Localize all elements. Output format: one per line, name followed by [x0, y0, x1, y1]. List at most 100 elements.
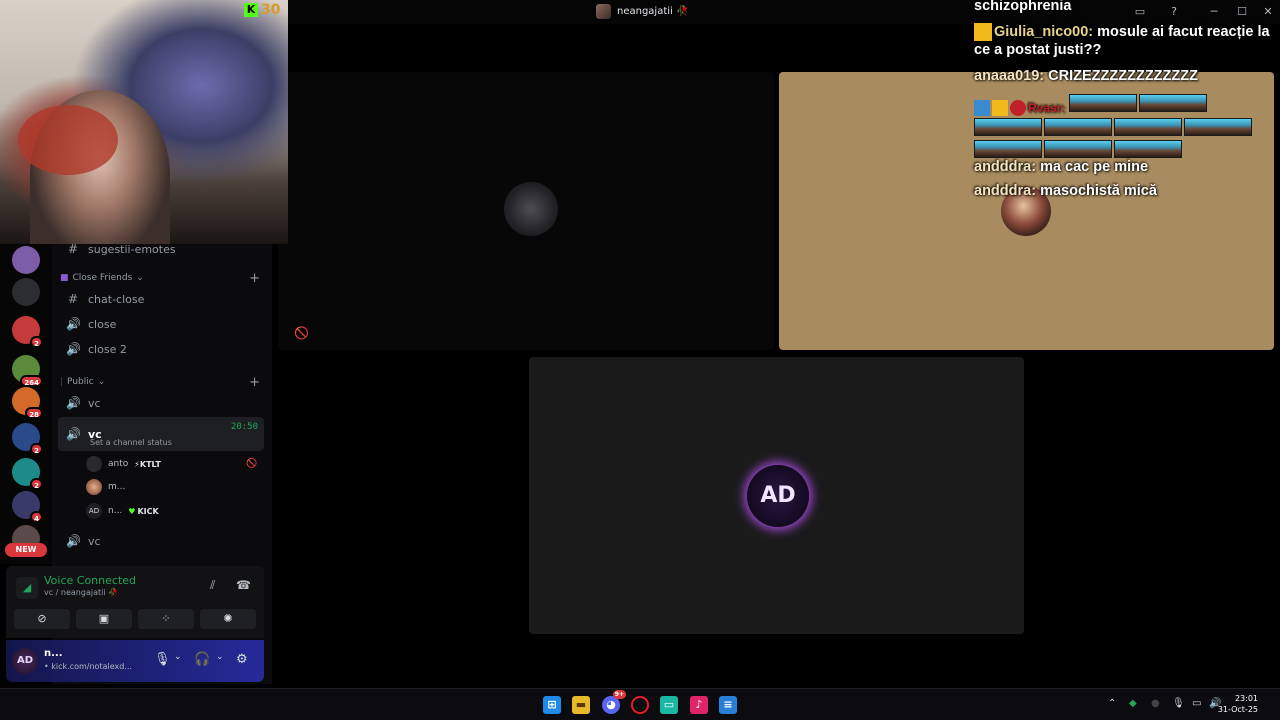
chevron-up-icon[interactable]: ⌃ [1108, 698, 1116, 709]
microphone-icon[interactable]: 🎙 [154, 652, 171, 667]
server-icon[interactable]: 28 [12, 387, 43, 419]
discord-badge: 9+ [612, 690, 626, 699]
channel-chat-close[interactable]: # chat-close [58, 288, 264, 310]
chat-text: ma cac pe mine [1040, 159, 1149, 175]
screen-share-button[interactable]: ▣ [76, 609, 132, 629]
channel-status[interactable]: Set a channel status [90, 438, 172, 447]
crown-badge-icon [992, 100, 1008, 117]
channel-vc-3[interactable]: 🔊 vc [58, 530, 264, 552]
heart-icon: ♥ [128, 506, 136, 516]
text-channel-icon: # [67, 242, 79, 256]
settings-gear-icon[interactable]: ⚙ [236, 652, 248, 667]
emote-image [1184, 118, 1252, 137]
voice-connected-subtitle: vc / neangajatii 🥀 [44, 588, 119, 597]
microphone-icon[interactable]: 🎙 [1172, 698, 1185, 709]
channel-label: close 2 [88, 342, 127, 356]
chat-message: anaaa019: CRIZEZZZZZZZZZZZZ [974, 67, 1274, 85]
clock[interactable]: 23:01 31-Oct-25 [1218, 693, 1258, 715]
member-tag: ♥ KICK [128, 506, 159, 516]
text-channel-icon: # [67, 292, 79, 306]
member-name: n... [108, 506, 123, 516]
server-icon[interactable] [12, 246, 40, 274]
opera-icon[interactable] [631, 696, 649, 714]
server-icon[interactable]: 2 [12, 423, 43, 455]
headphones-icon[interactable]: 🎧 [194, 652, 210, 667]
soundboard-button[interactable]: ✺ [200, 609, 256, 629]
chat-user: Giulia_nico00: [994, 24, 1094, 40]
emote-image [974, 118, 1042, 137]
server-avatar-icon [596, 4, 611, 19]
viewer-count: 30 [261, 2, 281, 18]
server-icon[interactable]: 264 [12, 355, 43, 387]
disconnect-icon[interactable]: ☎ [236, 578, 251, 592]
channel-close[interactable]: 🔊 close [58, 313, 264, 335]
channel-item[interactable]: # sugestii-emotes [58, 238, 264, 260]
participant-tile[interactable]: AD [529, 357, 1024, 634]
chat-user: andddra: [974, 159, 1037, 175]
voice-member[interactable]: AD n... ♥ KICK [86, 502, 159, 520]
channel-vc[interactable]: 🔊 vc [58, 392, 264, 414]
channel-close-2[interactable]: 🔊 close 2 [58, 338, 264, 360]
chevron-down-icon[interactable]: ⌄ [216, 652, 224, 662]
emote-image [1069, 94, 1138, 112]
user-panel: AD n... • kick.com/notalexd... 🎙 ⌄ 🎧 ⌄ ⚙ [6, 640, 264, 682]
file-explorer-icon[interactable]: ▬ [572, 696, 590, 714]
signal-icon[interactable]: ◢ [16, 577, 38, 599]
chat-user: Rvasr: [1028, 101, 1066, 115]
start-windows-icon[interactable]: ⊞ [543, 696, 561, 714]
stream-chat-overlay: schizophrenia Giulia_nico00: mosule ai f… [974, 0, 1274, 240]
server-list: 2 264 28 2 2 4 NEW [0, 244, 52, 564]
activities-button[interactable]: ⁘ [138, 609, 194, 629]
chat-message: andddra: masochistă mică [974, 182, 1274, 200]
window-title: neangajatii 🥀 [596, 4, 688, 19]
category-public[interactable]: | Public ⌄ + [60, 374, 264, 390]
notepad-icon[interactable]: ≡ [719, 696, 737, 714]
tiktok-icon[interactable]: ♪ [690, 696, 708, 714]
noise-suppression-icon[interactable]: ⫽ [210, 578, 215, 593]
channel-label: vc [88, 534, 101, 548]
username[interactable]: n... [44, 648, 63, 659]
emote-image [1114, 140, 1182, 159]
emote-image [1139, 94, 1208, 112]
chat-message: andddra: ma cac pe mine [974, 158, 1274, 176]
camera-toggle-button[interactable]: ⊘ [14, 609, 70, 629]
voice-channel-icon: 🔊 [66, 396, 81, 410]
server-icon[interactable]: 4 [12, 491, 43, 523]
voice-member[interactable]: anto ⚡KTLT 🚫 [86, 455, 257, 473]
security-icon[interactable]: ◆ [1129, 698, 1137, 709]
network-icon[interactable]: ▭ [1192, 698, 1201, 709]
add-channel-icon[interactable]: + [249, 375, 260, 390]
new-badge[interactable]: NEW [5, 543, 47, 557]
muted-icon: 🚫 [246, 459, 258, 469]
discord-icon[interactable]: ◕ 9+ [602, 690, 626, 714]
server-icon[interactable]: 2 [12, 458, 43, 490]
channel-vc-active[interactable]: 🔊 vc 20:50 Set a channel status [58, 417, 264, 451]
tray-app-icon[interactable]: ● [1151, 698, 1160, 709]
clock-time: 23:01 [1234, 694, 1258, 703]
app-icon[interactable]: ▭ [660, 696, 678, 714]
member-name: anto [108, 459, 129, 469]
avatar[interactable]: AD [12, 648, 38, 674]
server-icon[interactable]: 2 [12, 316, 43, 348]
user-status: • kick.com/notalexd... [44, 662, 132, 671]
moderator-badge-icon [974, 100, 990, 117]
chat-message: Giulia_nico00: mosule ai facut reacție l… [974, 23, 1274, 59]
voice-timer: 20:50 [230, 422, 258, 432]
avatar [86, 456, 102, 472]
server-badge: 2 [30, 336, 43, 348]
category-close-friends[interactable]: ■ Close Friends ⌄ + [60, 270, 264, 286]
voice-channel-icon: 🔊 [66, 534, 81, 548]
category-label: Close Friends [72, 273, 133, 283]
chevron-down-icon[interactable]: ⌄ [174, 652, 182, 662]
participant-tile[interactable]: 🚫 [278, 72, 774, 350]
add-channel-icon[interactable]: + [249, 271, 260, 286]
member-name: m... [108, 482, 126, 492]
chevron-down-icon: ⌄ [136, 273, 144, 283]
chat-user: anaaa019: [974, 68, 1045, 84]
window-title-text: neangajatii 🥀 [617, 6, 689, 17]
voice-member[interactable]: m... [86, 478, 125, 496]
server-icon[interactable] [12, 278, 40, 306]
voice-connected-title[interactable]: Voice Connected [44, 574, 136, 587]
emote-image [1044, 140, 1112, 159]
category-emoji-icon: | [60, 377, 64, 387]
